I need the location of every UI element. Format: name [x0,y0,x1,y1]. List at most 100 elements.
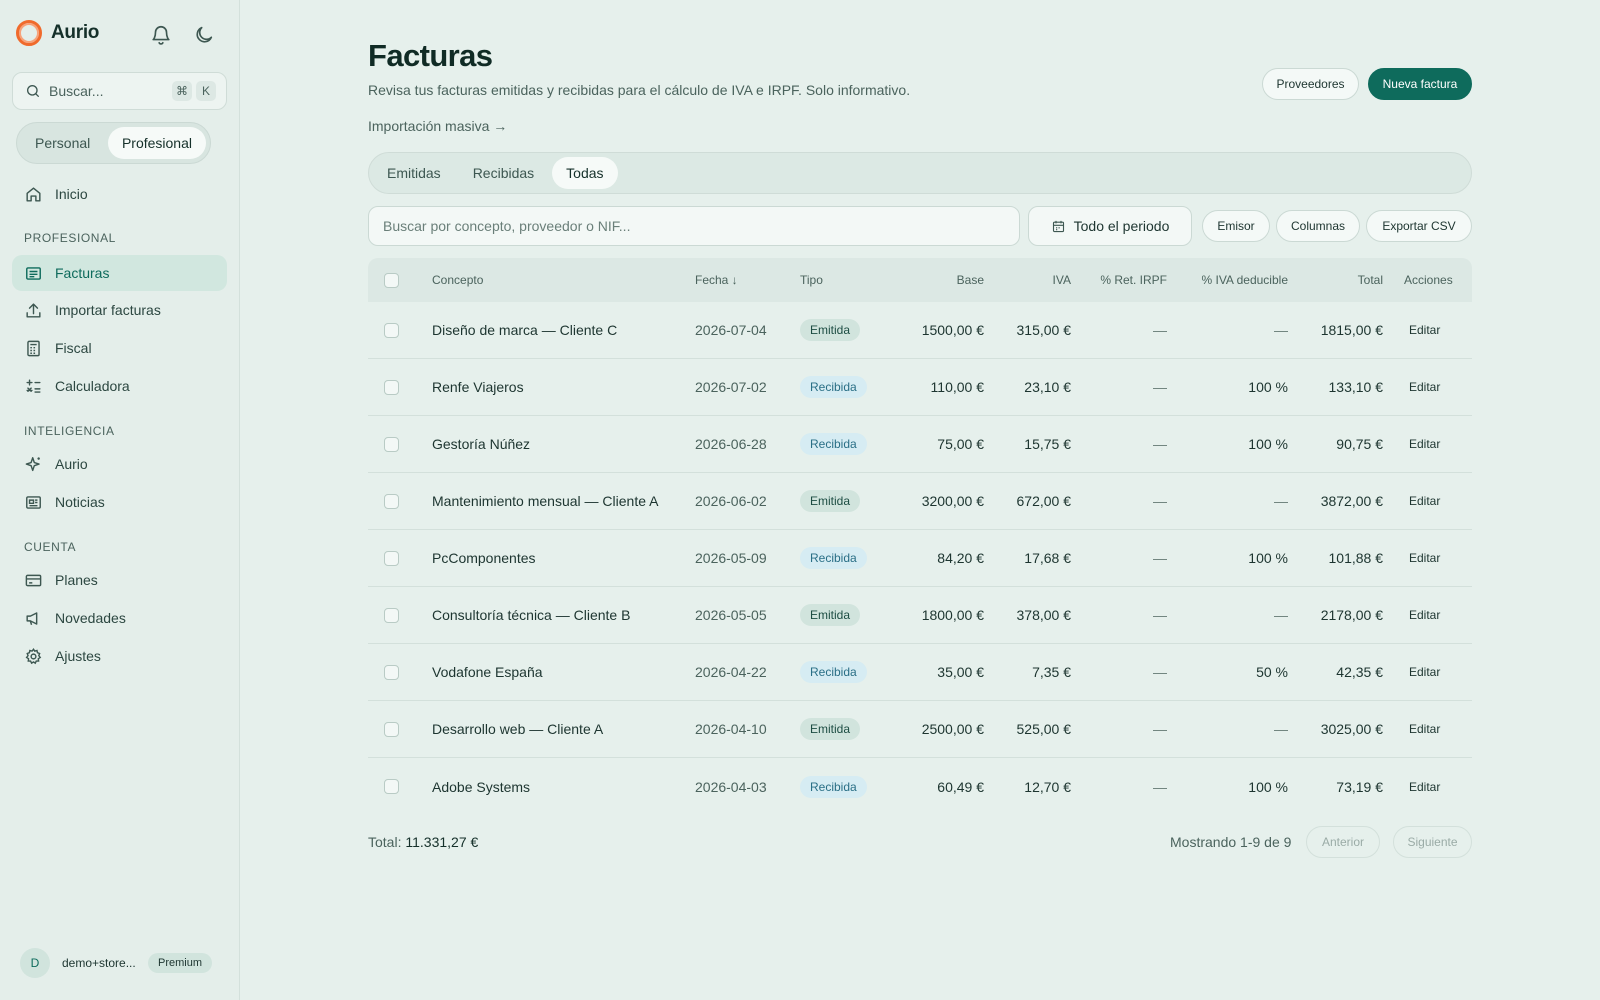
row-iva: 12,70 € [1024,778,1071,795]
row-actions: Editar [1409,359,1440,415]
row-concept: Consultoría técnica — Cliente B [432,607,631,623]
table-header: Concepto Fecha ↓ Tipo Base IVA % Ret. IR… [368,258,1472,302]
sidebar-item-novedades[interactable]: Novedades [12,600,227,636]
new-invoice-button[interactable]: Nueva factura [1368,68,1472,100]
table-row[interactable]: Gestoría Núñez 2026-06-28 Recibida 75,00… [368,416,1472,473]
row-concept: Adobe Systems [432,778,531,795]
moon-icon[interactable] [193,24,215,46]
col-total[interactable]: Total [1288,258,1383,302]
sidebar-item-aurio[interactable]: Aurio [12,446,227,482]
row-iva: 15,75 € [1024,436,1071,452]
edit-button[interactable]: Editar [1409,494,1440,508]
edit-button[interactable]: Editar [1409,722,1440,736]
row-checkbox[interactable] [384,550,399,566]
mode-personal[interactable]: Personal [21,127,104,159]
prev-page-button[interactable]: Anterior [1306,826,1380,858]
shortcut-k: K [196,81,216,101]
sidebar-item-noticias[interactable]: Noticias [12,484,227,520]
table-row[interactable]: Consultoría técnica — Cliente B 2026-05-… [368,587,1472,644]
col-iva-deducible[interactable]: % IVA deducible [1167,258,1288,302]
suppliers-button[interactable]: Proveedores [1262,68,1359,100]
table-row[interactable]: Renfe Viajeros 2026-07-02 Recibida 110,0… [368,359,1472,416]
mode-profesional[interactable]: Profesional [107,127,206,159]
gear-icon [25,647,42,664]
table-row[interactable]: Diseño de marca — Cliente C 2026-07-04 E… [368,302,1472,359]
type-badge: Recibida [800,547,867,569]
edit-button[interactable]: Editar [1409,380,1440,394]
row-deductible: 100 % [1248,778,1288,795]
row-iva: 17,68 € [1024,550,1071,566]
columns-button[interactable]: Columnas [1276,210,1360,242]
row-date: 2026-04-03 [695,778,767,795]
edit-button[interactable]: Editar [1409,437,1440,451]
row-checkbox[interactable] [384,664,399,680]
row-iva: 525,00 € [1016,721,1072,737]
tab-recibidas[interactable]: Recibidas [459,157,548,189]
upload-icon [26,302,41,318]
row-base: 60,49 € [937,778,984,795]
table-row[interactable]: PcComponentes 2026-05-09 Recibida 84,20 … [368,530,1472,587]
row-deductible: 100 % [1248,379,1288,395]
sidebar-item-ajustes[interactable]: Ajustes [12,638,227,674]
tab-todas[interactable]: Todas [552,157,618,189]
row-select-cell [384,701,399,757]
row-checkbox[interactable] [384,493,399,509]
sidebar-item-inicio[interactable]: Inicio [12,176,227,212]
col-tipo[interactable]: Tipo [800,258,823,302]
col-base[interactable]: Base [888,258,984,302]
table-row[interactable]: Adobe Systems 2026-04-03 Recibida 60,49 … [368,758,1472,815]
edit-button[interactable]: Editar [1409,551,1440,565]
row-iva: 672,00 € [1016,493,1072,509]
sidebar-search[interactable]: Buscar... ⌘ K [12,72,227,110]
row-date: 2026-06-28 [695,436,767,452]
avatar: D [20,948,50,978]
period-filter[interactable]: Todo el periodo [1028,206,1192,246]
table-row[interactable]: Mantenimiento mensual — Cliente A 2026-0… [368,473,1472,530]
row-checkbox[interactable] [384,721,399,737]
table-row[interactable]: Vodafone España 2026-04-22 Recibida 35,0… [368,644,1472,701]
row-actions: Editar [1409,416,1440,472]
row-type-cell: Emitida [800,473,861,529]
row-checkbox[interactable] [384,779,399,794]
import-link[interactable]: Importación masiva → [368,118,507,134]
type-badge: Recibida [800,376,867,398]
sidebar-item-fiscal[interactable]: Fiscal [12,330,227,366]
brand[interactable]: Aurio [16,20,99,46]
bell-icon[interactable] [150,24,172,46]
aurio-logo-icon [16,20,42,46]
row-date: 2026-06-02 [695,493,767,509]
col-irpf[interactable]: % Ret. IRPF [1071,258,1167,302]
table-row[interactable]: Desarrollo web — Cliente A 2026-04-10 Em… [368,701,1472,758]
row-checkbox[interactable] [384,379,399,395]
issuer-filter-button[interactable]: Emisor [1202,210,1270,242]
edit-button[interactable]: Editar [1409,323,1440,337]
row-concept: Mantenimiento mensual — Cliente A [432,493,659,509]
row-irpf: — [1153,379,1167,395]
row-date: 2026-05-09 [695,550,767,566]
sidebar-item-calculadora[interactable]: Calculadora [12,368,227,404]
select-all-checkbox[interactable] [384,272,399,288]
user-profile[interactable]: D demo+store... Premium [20,948,220,978]
col-iva[interactable]: IVA [988,258,1071,302]
row-total: 3872,00 € [1320,493,1383,509]
edit-button[interactable]: Editar [1409,780,1440,794]
col-fecha[interactable]: Fecha ↓ [695,258,738,302]
invoice-search-input[interactable]: Buscar por concepto, proveedor o NIF... [368,206,1020,246]
page-subtitle: Revisa tus facturas emitidas y recibidas… [368,82,911,98]
row-actions: Editar [1409,587,1440,643]
sidebar-item-importar-facturas[interactable]: Importar facturas [12,292,227,328]
sidebar-item-facturas[interactable]: Facturas [12,255,227,291]
tab-emitidas[interactable]: Emitidas [373,157,455,189]
row-total: 42,35 € [1336,664,1383,680]
row-base: 3200,00 € [921,493,984,509]
col-concepto[interactable]: Concepto [432,258,483,302]
row-checkbox[interactable] [384,322,399,338]
edit-button[interactable]: Editar [1409,608,1440,622]
next-page-button[interactable]: Siguiente [1393,826,1472,858]
row-checkbox[interactable] [384,436,399,452]
edit-button[interactable]: Editar [1409,665,1440,679]
sidebar-item-planes[interactable]: Planes [12,562,227,598]
row-checkbox[interactable] [384,607,399,623]
export-csv-button[interactable]: Exportar CSV [1366,210,1472,242]
row-type-cell: Recibida [800,416,867,472]
